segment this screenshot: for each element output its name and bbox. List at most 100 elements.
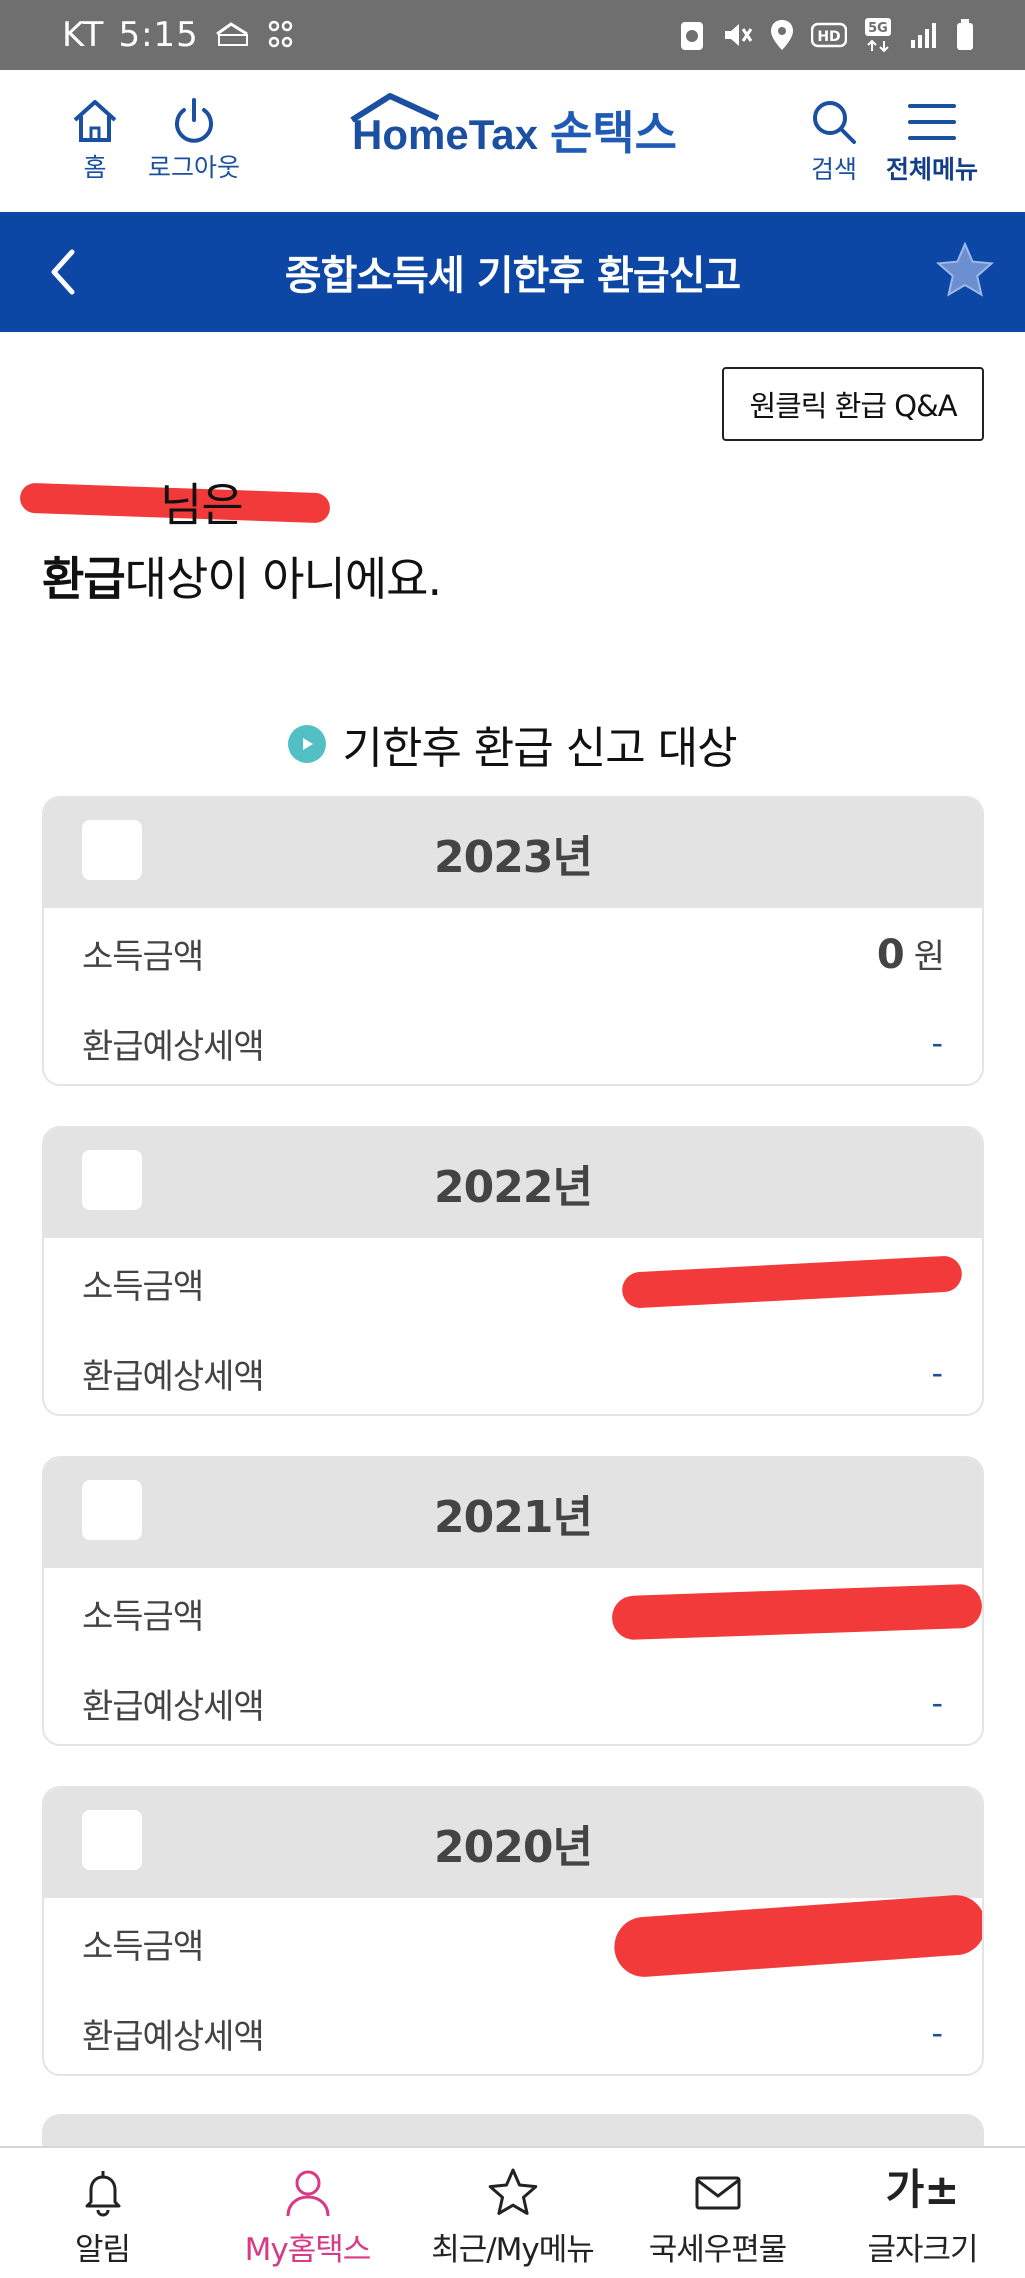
year-card-2023: 2023년 소득금액 0원 환급예상세액 - [42,796,984,1086]
search-icon [813,101,856,144]
card-year: 2020년 [434,1822,593,1873]
income-unit: 원 [913,936,945,977]
carrier-label: KT [62,15,105,55]
card-year: 2023년 [434,832,593,883]
year-card-2022: 2022년 소득금액 환급예상세액 - [42,1126,984,1416]
income-value: 0원 [876,929,945,978]
full-menu-label: 전체메뉴 [886,155,979,184]
star-outline-icon [488,2168,537,2215]
eligibility-line: 환급대상이 아니에요. [42,542,442,616]
bottom-nav: 알림 My홈택스 최근/My메뉴 국세우편물 가± 글자크기 [0,2146,1025,2278]
battery-icon [957,19,973,50]
favorite-button[interactable] [935,240,995,304]
nav-mailbox-label: 국세우편물 [648,2232,788,2268]
mute-icon [725,24,753,46]
status-left: KT 5:15 [62,15,309,55]
chevron-left-icon [51,249,75,295]
one-click-refund-qa-button[interactable]: 원클릭 환급 Q&A [722,367,984,441]
redacted-income-value [611,1583,982,1641]
app-header: 홈 로그아웃 HomeTax 손택스 검색 전체메뉴 [0,70,1025,212]
refund-row: 환급예상세액 - [44,1658,982,1744]
redacted-income-value [621,1255,963,1309]
income-label: 소득금액 [82,1926,204,1967]
year-checkbox[interactable] [82,1810,142,1870]
home-icon [73,100,117,142]
home-button[interactable]: 홈 [70,98,120,184]
nav-alarm[interactable]: 알림 [0,2148,205,2278]
search-label: 검색 [810,155,857,184]
card-header: 2023년 [44,798,982,908]
refund-label: 환급예상세액 [82,1026,265,1067]
card-header: 2020년 [44,1788,982,1898]
refund-value: - [931,1684,943,1722]
year-card-2020: 2020년 소득금액 환급예상세액 - [42,1786,984,2076]
nav-recent-menu[interactable]: 최근/My메뉴 [410,2148,615,2278]
refund-label: 환급예상세액 [82,1356,265,1397]
section-title: 기한후 환급 신고 대상 [0,712,1025,776]
app-notification-icon [267,18,295,52]
logo-mark: HomeTax [350,93,538,156]
clock: 5:15 [118,15,199,55]
year-card-2021: 2021년 소득금액 환급예상세액 - [42,1456,984,1746]
income-row: 소득금액 [44,1568,982,1658]
nav-recent-menu-label: 최근/My메뉴 [431,2232,595,2268]
year-checkbox[interactable] [82,1150,142,1210]
hamburger-menu-icon [908,104,956,140]
search-button[interactable]: 검색 [808,98,860,186]
card-year: 2021년 [434,1492,593,1543]
user-name-suffix: 님은 [160,478,244,532]
card-header: 2021년 [44,1458,982,1568]
year-checkbox[interactable] [82,1480,142,1540]
refund-row: 환급예상세액 - [44,1328,982,1414]
title-bar: 종합소득세 기한후 환급신고 [0,212,1025,332]
nav-mailbox[interactable]: 국세우편물 [615,2148,820,2278]
full-menu-button[interactable]: 전체메뉴 [886,98,978,186]
svg-text:5G: 5G [868,21,888,36]
hometax-logo[interactable]: HomeTax 손택스 [350,93,677,160]
user-icon [286,2170,329,2217]
status-bar: KT 5:15 HD 5G [0,0,1025,70]
income-label: 소득금액 [82,936,204,977]
logout-label: 로그아웃 [148,153,241,182]
signal-icon [911,23,936,48]
nav-font-size[interactable]: 가± 글자크기 [820,2148,1025,2278]
location-icon [771,20,793,50]
section-title-text: 기한후 환급 신고 대상 [342,723,737,774]
income-row: 소득금액 [44,1238,982,1328]
income-row: 소득금액 0원 [44,908,982,998]
refund-word: 환급 [42,552,126,606]
nav-font-size-label: 글자크기 [867,2232,978,2268]
envelope-icon [695,2176,740,2210]
refund-row: 환급예상세액 - [44,998,982,1084]
logo-korean-text: 손택스 [549,106,677,160]
refund-label: 환급예상세액 [82,1686,265,1727]
star-icon [935,241,995,297]
back-button[interactable] [44,242,80,306]
hometax-notification-icon [213,20,253,50]
eligibility-text: 대상이 아니에요. [124,552,442,606]
refund-value: - [931,1354,943,1392]
play-circle-icon [288,725,327,763]
nav-alarm-label: 알림 [74,2232,131,2268]
refund-value: - [931,1024,943,1062]
power-icon [175,98,213,143]
income-label: 소득금액 [82,1596,204,1637]
refund-label: 환급예상세액 [82,2016,265,2057]
recycle-icon [681,22,703,50]
svg-text:HD: HD [817,29,840,45]
income-label: 소득금액 [82,1266,204,1307]
nav-my-hometax[interactable]: My홈택스 [205,2148,410,2278]
card-header: 2022년 [44,1128,982,1238]
income-row: 소득금액 [44,1893,982,1988]
income-amount: 0 [876,931,905,978]
refund-eligibility-message: 님은 환급대상이 아니에요. [19,468,442,616]
hd-voice-icon: HD [811,22,847,48]
year-checkbox[interactable] [82,820,142,880]
logout-button[interactable]: 로그아웃 [148,98,240,184]
redacted-income-value [612,1893,982,1979]
refund-row: 환급예상세액 - [44,1988,982,2074]
font-size-icon: 가± [885,2165,960,2214]
logo-roof-icon [350,93,440,122]
home-label: 홈 [83,153,107,182]
bell-icon [85,2171,120,2217]
